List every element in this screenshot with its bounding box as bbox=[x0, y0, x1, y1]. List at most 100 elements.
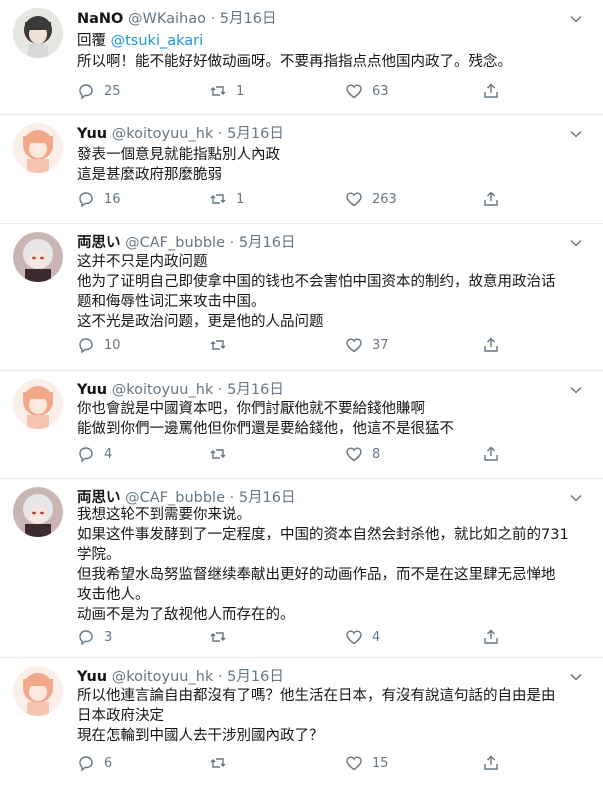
separator-dot: · bbox=[217, 382, 223, 398]
heart-icon bbox=[346, 84, 362, 99]
tweet[interactable]: Yuu @koitoyuu_hk · 5月16日 你也會說是中國資本吧，你們討厭… bbox=[0, 371, 603, 478]
share-button[interactable] bbox=[482, 82, 500, 100]
display-name[interactable]: Yuu bbox=[77, 126, 107, 142]
chevron-down-icon[interactable] bbox=[569, 12, 583, 26]
tweet[interactable]: Yuu @koitoyuu_hk · 5月16日 發表一個意見就能指點別人內政 … bbox=[0, 115, 603, 223]
tweet-text-line: 攻击他人。 bbox=[77, 587, 150, 603]
reply-button[interactable]: 25 bbox=[77, 82, 121, 100]
reply-count: 25 bbox=[104, 83, 121, 99]
display-name[interactable]: 両思い bbox=[77, 490, 121, 506]
tweet-text-line: 能做到你們一邊罵他但你們還是要給錢他，他這不是很猛不 bbox=[77, 421, 454, 437]
reply-button[interactable]: 3 bbox=[77, 628, 112, 646]
like-count: 15 bbox=[372, 755, 389, 771]
heart-icon bbox=[346, 192, 362, 207]
display-name[interactable]: Yuu bbox=[77, 382, 107, 398]
user-handle[interactable]: @koitoyuu_hk bbox=[112, 382, 214, 398]
retweet-count: 1 bbox=[236, 83, 245, 99]
like-button[interactable]: 4 bbox=[345, 628, 380, 646]
user-handle[interactable]: @CAF_bubble bbox=[125, 490, 225, 506]
display-name[interactable]: 両思い bbox=[77, 235, 121, 251]
reply-button[interactable]: 10 bbox=[77, 336, 121, 354]
like-button[interactable]: 63 bbox=[345, 82, 389, 100]
share-button[interactable] bbox=[482, 628, 500, 646]
retweet-icon bbox=[210, 632, 226, 642]
chevron-down-icon[interactable] bbox=[569, 491, 583, 505]
avatar[interactable] bbox=[13, 666, 63, 716]
user-handle[interactable]: @koitoyuu_hk bbox=[112, 669, 214, 685]
chevron-down-icon[interactable] bbox=[569, 127, 583, 141]
tweet[interactable]: 両思い @CAF_bubble · 5月16日 我想这轮不到需要你来说。 如果这… bbox=[0, 479, 603, 657]
heart-icon bbox=[346, 630, 362, 645]
chevron-down-icon[interactable] bbox=[569, 670, 583, 684]
tweet-date[interactable]: 5月16日 bbox=[227, 382, 284, 398]
reply-button[interactable]: 16 bbox=[77, 190, 121, 208]
separator-dot: · bbox=[229, 235, 235, 251]
tweet-header: NaNO @WKaihao · 5月16日 bbox=[77, 10, 276, 28]
tweet-text-line: 發表一個意見就能指點別人內政 bbox=[77, 147, 280, 163]
tweet-date[interactable]: 5月16日 bbox=[239, 235, 296, 251]
tweet-date[interactable]: 5月16日 bbox=[239, 490, 296, 506]
chevron-down-icon[interactable] bbox=[569, 383, 583, 397]
tweet-text-line: 他为了证明自己即使拿中国的钱也不会害怕中国资本的制约，故意用政治话 bbox=[77, 274, 556, 290]
chevron-down-icon[interactable] bbox=[569, 236, 583, 250]
tweet[interactable]: 両思い @CAF_bubble · 5月16日 这并不只是内政问题 他为了证明自… bbox=[0, 224, 603, 370]
avatar[interactable] bbox=[13, 123, 63, 173]
tweet-header: Yuu @koitoyuu_hk · 5月16日 bbox=[77, 381, 284, 399]
heart-icon bbox=[346, 447, 362, 462]
reply-count: 16 bbox=[104, 191, 121, 207]
user-handle[interactable]: @WKaihao bbox=[128, 11, 206, 27]
share-button[interactable] bbox=[482, 445, 500, 463]
reply-button[interactable]: 4 bbox=[77, 445, 112, 463]
like-count: 4 bbox=[372, 629, 381, 645]
like-button[interactable]: 37 bbox=[345, 336, 389, 354]
display-name[interactable]: Yuu bbox=[77, 669, 107, 685]
reply-mention-link[interactable]: @tsuki_akari bbox=[111, 33, 204, 49]
separator-dot: · bbox=[217, 669, 223, 685]
share-button[interactable] bbox=[482, 190, 500, 208]
tweet-text: 發表一個意見就能指點別人內政 這是甚麼政府那麼脆弱 bbox=[77, 145, 280, 185]
action-bar: 10 37 bbox=[77, 336, 507, 358]
avatar[interactable] bbox=[13, 487, 63, 537]
tweet-text-line: 这不光是政治问题，更是他的人品问题 bbox=[77, 314, 324, 330]
share-icon bbox=[484, 337, 498, 352]
separator-dot: · bbox=[210, 11, 216, 27]
tweet-date[interactable]: 5月16日 bbox=[227, 669, 284, 685]
reply-prefix: 回覆 bbox=[77, 33, 111, 49]
reply-icon bbox=[79, 192, 93, 208]
tweet-text-line: 所以他連言論自由都沒有了嗎？他生活在日本，有沒有說這句話的自由是由 bbox=[77, 688, 556, 704]
tweet[interactable]: Yuu @koitoyuu_hk · 5月16日 所以他連言論自由都沒有了嗎？他… bbox=[0, 658, 603, 785]
tweet-text: 所以他連言論自由都沒有了嗎？他生活在日本，有沒有說這句話的自由是由 日本政府決定… bbox=[77, 686, 556, 746]
retweet-button[interactable] bbox=[209, 445, 227, 463]
retweet-icon bbox=[210, 758, 226, 768]
like-button[interactable]: 15 bbox=[345, 754, 389, 772]
reply-icon bbox=[79, 447, 93, 463]
retweet-button[interactable] bbox=[209, 754, 227, 772]
share-button[interactable] bbox=[482, 336, 500, 354]
tweet-text: 你也會說是中國資本吧，你們討厭他就不要給錢他賺啊 能做到你們一邊罵他但你們還是要… bbox=[77, 399, 454, 439]
tweet[interactable]: NaNO @WKaihao · 5月16日 回覆 @tsuki_akari 所以… bbox=[0, 0, 603, 114]
reply-icon bbox=[79, 84, 93, 100]
tweet-text-line: 所以啊！能不能好好做动画呀。不要再指指点点他国内政了。残念。 bbox=[77, 54, 512, 70]
retweet-button[interactable] bbox=[209, 336, 227, 354]
tweet-date[interactable]: 5月16日 bbox=[220, 11, 277, 27]
avatar[interactable] bbox=[13, 232, 63, 282]
heart-icon bbox=[346, 338, 362, 353]
tweet-text-line: 题和侮辱性词汇来攻击中国。 bbox=[77, 294, 266, 310]
like-button[interactable]: 263 bbox=[345, 190, 397, 208]
tweet-text-line: 我想这轮不到需要你来说。 bbox=[77, 507, 251, 523]
user-handle[interactable]: @koitoyuu_hk bbox=[112, 126, 214, 142]
user-handle[interactable]: @CAF_bubble bbox=[125, 235, 225, 251]
tweet-date[interactable]: 5月16日 bbox=[227, 126, 284, 142]
reply-button[interactable]: 6 bbox=[77, 754, 112, 772]
tweet-header: 両思い @CAF_bubble · 5月16日 bbox=[77, 234, 296, 252]
retweet-button[interactable]: 1 bbox=[209, 82, 244, 100]
retweet-button[interactable]: 1 bbox=[209, 190, 244, 208]
like-button[interactable]: 8 bbox=[345, 445, 380, 463]
tweet-text-line: 你也會說是中國資本吧，你們討厭他就不要給錢他賺啊 bbox=[77, 401, 425, 417]
share-button[interactable] bbox=[482, 754, 500, 772]
tweet-text-line: 动画不是为了敌视他人而存在的。 bbox=[77, 607, 295, 623]
display-name[interactable]: NaNO bbox=[77, 11, 123, 27]
retweet-button[interactable] bbox=[209, 628, 227, 646]
avatar[interactable] bbox=[13, 8, 63, 58]
avatar[interactable] bbox=[13, 379, 63, 429]
